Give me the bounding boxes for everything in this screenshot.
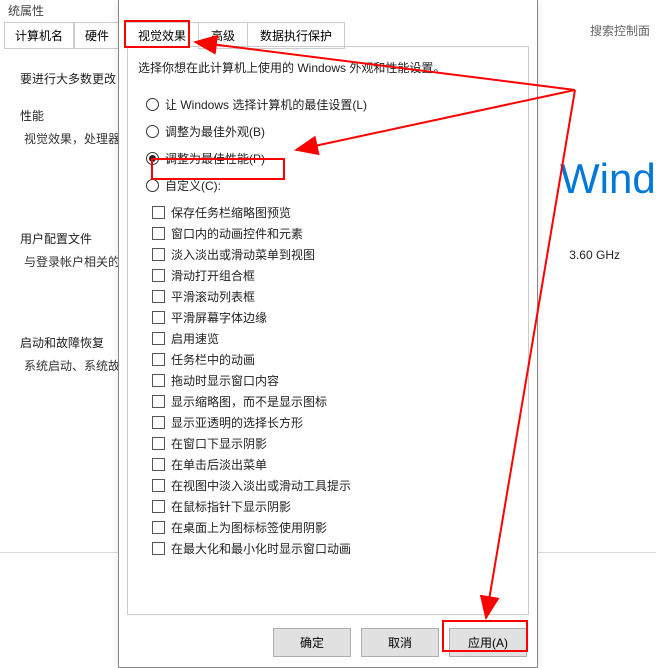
checkbox-icon: [152, 416, 165, 429]
radio-let-windows[interactable]: 让 Windows 选择计算机的最佳设置(L): [146, 96, 518, 113]
dialog-description: 选择你想在此计算机上使用的 Windows 外观和性能设置。: [138, 59, 518, 76]
checkbox-list: 保存任务栏缩略图预览 窗口内的动画控件和元素 淡入淡出或滑动菜单到视图 滑动打开…: [152, 204, 518, 557]
check-label: 平滑屏幕字体边缘: [171, 309, 267, 326]
checkbox-icon: [152, 227, 165, 240]
check-row[interactable]: 在视图中淡入淡出或滑动工具提示: [152, 477, 518, 494]
check-label: 保存任务栏缩略图预览: [171, 204, 291, 221]
checkbox-icon: [152, 248, 165, 261]
bg-startup-body: 系统启动、系统故: [20, 357, 120, 376]
radio-label: 调整为最佳外观(B): [165, 123, 265, 140]
check-row[interactable]: 在窗口下显示阴影: [152, 435, 518, 452]
check-label: 在单击后淡出菜单: [171, 456, 267, 473]
checkbox-icon: [152, 311, 165, 324]
apply-button[interactable]: 应用(A): [449, 628, 527, 657]
checkbox-icon: [152, 521, 165, 534]
dialog-tabs: 视觉效果 高级 数据执行保护: [125, 22, 344, 49]
performance-options-dialog: 视觉效果 高级 数据执行保护 选择你想在此计算机上使用的 Windows 外观和…: [118, 0, 538, 668]
check-label: 在桌面上为图标标签使用阴影: [171, 519, 327, 536]
radio-label: 让 Windows 选择计算机的最佳设置(L): [165, 96, 367, 113]
check-row[interactable]: 滑动打开组合框: [152, 267, 518, 284]
check-label: 启用速览: [171, 330, 219, 347]
ok-button[interactable]: 确定: [273, 628, 351, 657]
bg-profile-body: 与登录帐户相关的: [20, 253, 120, 272]
check-row[interactable]: 在桌面上为图标标签使用阴影: [152, 519, 518, 536]
check-label: 在窗口下显示阴影: [171, 435, 267, 452]
bg-content: 要进行大多数更改 性能 视觉效果，处理器 用户配置文件 与登录帐户相关的 启动和…: [20, 60, 120, 376]
checkbox-icon: [152, 269, 165, 282]
bg-search-input[interactable]: 搜索控制面: [586, 20, 654, 41]
checkbox-icon: [152, 500, 165, 513]
bg-profile-title: 用户配置文件: [20, 230, 120, 249]
check-label: 窗口内的动画控件和元素: [171, 225, 303, 242]
bg-change-line: 要进行大多数更改: [20, 70, 120, 89]
check-label: 显示缩略图，而不是显示图标: [171, 393, 327, 410]
checkbox-icon: [152, 458, 165, 471]
check-label: 淡入淡出或滑动菜单到视图: [171, 246, 315, 263]
tab-dep[interactable]: 数据执行保护: [247, 22, 345, 49]
check-row[interactable]: 窗口内的动画控件和元素: [152, 225, 518, 242]
tab-advanced[interactable]: 高级: [198, 22, 248, 49]
cpu-ghz-text: 3.60 GHz: [569, 248, 620, 262]
check-label: 滑动打开组合框: [171, 267, 255, 284]
bg-tab-hardware[interactable]: 硬件: [74, 22, 120, 49]
bg-perf-body: 视觉效果，处理器: [20, 130, 120, 149]
check-label: 在视图中淡入淡出或滑动工具提示: [171, 477, 351, 494]
radio-custom[interactable]: 自定义(C):: [146, 177, 518, 194]
check-label: 在鼠标指针下显示阴影: [171, 498, 291, 515]
radio-icon: [146, 125, 159, 138]
radio-group: 让 Windows 选择计算机的最佳设置(L) 调整为最佳外观(B) 调整为最佳…: [146, 96, 518, 194]
tab-visual-effects[interactable]: 视觉效果: [125, 22, 199, 49]
check-label: 显示亚透明的选择长方形: [171, 414, 303, 431]
check-label: 任务栏中的动画: [171, 351, 255, 368]
radio-best-performance[interactable]: 调整为最佳性能(P): [146, 150, 518, 167]
checkbox-icon: [152, 353, 165, 366]
cancel-button[interactable]: 取消: [361, 628, 439, 657]
radio-label: 自定义(C):: [165, 177, 221, 194]
check-row[interactable]: 任务栏中的动画: [152, 351, 518, 368]
checkbox-icon: [152, 332, 165, 345]
check-row[interactable]: 拖动时显示窗口内容: [152, 372, 518, 389]
check-row[interactable]: 显示缩略图，而不是显示图标: [152, 393, 518, 410]
bg-startup-title: 启动和故障恢复: [20, 334, 120, 353]
bg-window-title: 统属性: [8, 2, 44, 19]
checkbox-icon: [152, 479, 165, 492]
radio-best-appearance[interactable]: 调整为最佳外观(B): [146, 123, 518, 140]
check-row[interactable]: 显示亚透明的选择长方形: [152, 414, 518, 431]
check-row[interactable]: 在单击后淡出菜单: [152, 456, 518, 473]
checkbox-icon: [152, 374, 165, 387]
checkbox-icon: [152, 206, 165, 219]
checkbox-icon: [152, 290, 165, 303]
radio-icon: [146, 179, 159, 192]
check-row[interactable]: 平滑屏幕字体边缘: [152, 309, 518, 326]
radio-icon: [146, 98, 159, 111]
check-label: 在最大化和最小化时显示窗口动画: [171, 540, 351, 557]
radio-label: 调整为最佳性能(P): [165, 150, 265, 167]
radio-icon: [146, 152, 159, 165]
checkbox-icon: [152, 395, 165, 408]
windows-brand-text: Wind: [560, 155, 660, 203]
bg-perf-title: 性能: [20, 107, 120, 126]
check-row[interactable]: 启用速览: [152, 330, 518, 347]
check-row[interactable]: 保存任务栏缩略图预览: [152, 204, 518, 221]
check-row[interactable]: 在最大化和最小化时显示窗口动画: [152, 540, 518, 557]
dialog-body: 选择你想在此计算机上使用的 Windows 外观和性能设置。 让 Windows…: [127, 46, 529, 615]
check-label: 平滑滚动列表框: [171, 288, 255, 305]
check-row[interactable]: 平滑滚动列表框: [152, 288, 518, 305]
checkbox-icon: [152, 542, 165, 555]
check-label: 拖动时显示窗口内容: [171, 372, 279, 389]
check-row[interactable]: 淡入淡出或滑动菜单到视图: [152, 246, 518, 263]
checkbox-icon: [152, 437, 165, 450]
check-row[interactable]: 在鼠标指针下显示阴影: [152, 498, 518, 515]
dialog-footer: 确定 取消 应用(A): [273, 628, 527, 657]
bg-tab-computer-name[interactable]: 计算机名: [4, 22, 74, 49]
